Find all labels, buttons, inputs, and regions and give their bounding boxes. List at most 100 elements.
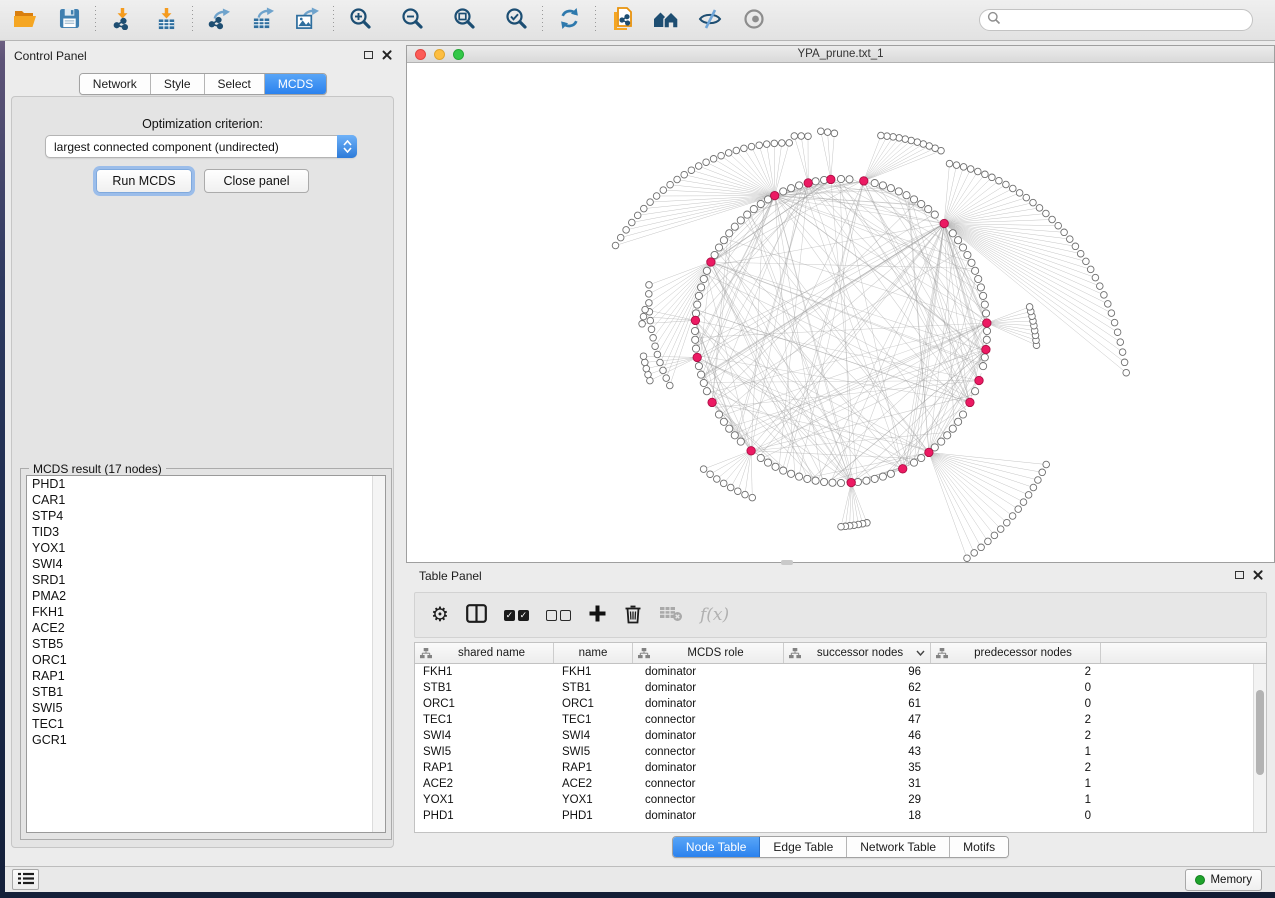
function-builder-button[interactable]: f(x) [700,600,729,630]
list-item[interactable]: STB1 [27,684,385,700]
criterion-dropdown[interactable]: largest connected component (undirected) [45,135,357,158]
main-toolbar [0,0,1275,41]
share-document-button[interactable] [609,7,635,33]
export-table-button[interactable] [250,7,276,33]
table-row[interactable]: STB1STB1dominator620 [415,680,1253,696]
cell-predecessor_nodes: 2 [931,712,1101,728]
table-row[interactable]: YOX1YOX1connector291 [415,792,1253,808]
table-row[interactable]: ORC1ORC1dominator610 [415,696,1253,712]
table-panel-tabs: Node TableEdge TableNetwork TableMotifs [672,836,1009,858]
export-image-button[interactable] [294,7,320,33]
list-item[interactable]: FKH1 [27,604,385,620]
list-item[interactable]: RAP1 [27,668,385,684]
memory-button[interactable]: Memory [1185,869,1262,891]
column-header-successor-nodes[interactable]: successor nodes [784,643,931,663]
import-network-icon [111,7,134,33]
cell-mcds_role: connector [633,712,784,728]
tab-motifs[interactable]: Motifs [950,837,1008,857]
float-window-icon[interactable] [1235,571,1244,579]
cell-shared_name: YOX1 [415,792,554,808]
cell-successor_nodes: 18 [784,808,931,824]
show-graphics-button[interactable] [741,7,767,33]
import-table-button[interactable] [153,7,179,33]
table-row[interactable]: ACE2ACE2connector311 [415,776,1253,792]
tab-style[interactable]: Style [151,74,205,94]
list-icon [18,872,34,888]
table-row[interactable]: FKH1FKH1dominator962 [415,664,1253,680]
memory-label: Memory [1210,874,1252,886]
select-all-rows-button[interactable]: ✓✓ [504,600,529,630]
delete-table-button[interactable] [659,600,683,630]
network-canvas[interactable] [407,63,1274,562]
table-row[interactable]: TEC1TEC1connector472 [415,712,1253,728]
cell-predecessor_nodes: 2 [931,664,1101,680]
list-item[interactable]: SRD1 [27,572,385,588]
close-panel-button[interactable]: Close panel [204,169,309,193]
float-window-icon[interactable] [364,51,373,59]
list-item[interactable]: PHD1 [27,476,385,492]
scrollbar-thumb[interactable] [1256,690,1264,775]
list-item[interactable]: STP4 [27,508,385,524]
zoom-in-button[interactable] [347,7,373,33]
list-item[interactable]: ACE2 [27,620,385,636]
close-icon[interactable] [382,50,392,60]
tab-edge-table[interactable]: Edge Table [760,837,847,857]
deselect-all-rows-button[interactable] [546,600,571,630]
add-column-button[interactable] [588,600,607,630]
list-item[interactable]: SWI5 [27,700,385,716]
search-input[interactable] [1001,11,1252,29]
column-header-name[interactable]: name [554,643,633,663]
zoom-selected-button[interactable] [503,7,529,33]
table-row[interactable]: RAP1RAP1dominator352 [415,760,1253,776]
column-header-shared-name[interactable]: shared name [415,643,554,663]
table-row[interactable]: SWI5SWI5connector431 [415,744,1253,760]
task-history-button[interactable] [12,869,39,890]
refresh-button[interactable] [556,7,582,33]
list-item[interactable]: GCR1 [27,732,385,748]
cell-successor_nodes: 43 [784,744,931,760]
cell-shared_name: TEC1 [415,712,554,728]
hide-graphics-button[interactable] [697,7,723,33]
network-window-titlebar: YPA_prune.txt_1 [407,46,1274,63]
table-row[interactable]: SWI4SWI4dominator462 [415,728,1253,744]
export-network-button[interactable] [206,7,232,33]
unchecked-boxes-icon [546,610,571,621]
open-session-button[interactable] [12,7,38,33]
list-item[interactable]: CAR1 [27,492,385,508]
cell-name: ACE2 [554,776,633,792]
list-item[interactable]: TEC1 [27,716,385,732]
delete-columns-button[interactable] [624,600,642,630]
home-button[interactable] [653,7,679,33]
network-window: YPA_prune.txt_1 [406,45,1275,563]
run-mcds-button[interactable]: Run MCDS [96,169,192,193]
tab-node-table[interactable]: Node Table [673,837,761,857]
zoom-fit-button[interactable] [451,7,477,33]
column-header-MCDS-role[interactable]: MCDS role [633,643,784,663]
cell-name: SWI5 [554,744,633,760]
zoom-out-button[interactable] [399,7,425,33]
list-item[interactable]: PMA2 [27,588,385,604]
list-item[interactable]: STB5 [27,636,385,652]
table-options-button[interactable]: ⚙ [431,600,449,630]
list-item[interactable]: YOX1 [27,540,385,556]
horizontal-splitter-handle[interactable] [781,560,793,565]
cell-shared_name: RAP1 [415,760,554,776]
list-scrollbar[interactable] [372,476,385,832]
mcds-result-list[interactable]: PHD1CAR1STP4TID3YOX1SWI4SRD1PMA2FKH1ACE2… [26,475,386,833]
column-header-predecessor-nodes[interactable]: predecessor nodes [931,643,1101,663]
tab-network-table[interactable]: Network Table [847,837,950,857]
table-row[interactable]: PHD1PHD1dominator180 [415,808,1253,824]
list-item[interactable]: SWI4 [27,556,385,572]
table-scrollbar[interactable] [1253,664,1266,832]
tab-mcds[interactable]: MCDS [265,74,326,94]
tab-network[interactable]: Network [80,74,151,94]
save-session-button[interactable] [56,7,82,33]
list-item[interactable]: ORC1 [27,652,385,668]
show-columns-button[interactable] [466,600,487,630]
import-network-button[interactable] [109,7,135,33]
list-item[interactable]: TID3 [27,524,385,540]
eye-slash-icon [698,8,722,33]
tab-select[interactable]: Select [205,74,265,94]
close-icon[interactable] [1253,570,1263,580]
toolbar-separator [595,6,596,34]
